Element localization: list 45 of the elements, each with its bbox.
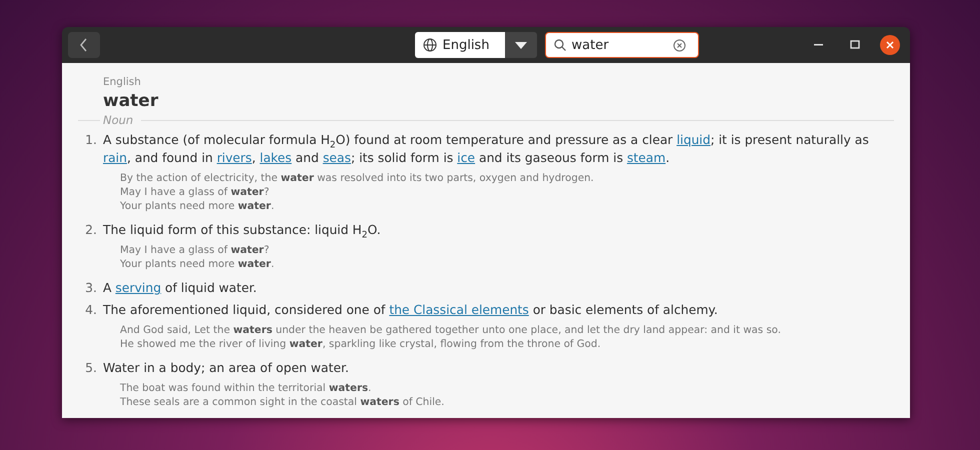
language-selector[interactable]: English — [414, 32, 504, 58]
definition-number: 3. — [84, 279, 98, 297]
definition-number: 2. — [84, 221, 98, 239]
language-label: English — [103, 76, 142, 88]
word-link[interactable]: ice — [457, 150, 476, 165]
word-link[interactable]: rain — [103, 150, 127, 165]
clear-icon[interactable] — [672, 38, 686, 52]
chevron-left-icon — [80, 38, 88, 52]
example-sentence: And God said, Let the waters under the heaven be gathered together unto one place, and let the dry land appear: and it was so. — [120, 324, 782, 338]
definition-number: 5. — [84, 359, 98, 377]
minimize-icon — [814, 44, 824, 46]
search-input[interactable]: water — [572, 38, 666, 52]
definition-number: 1. — [84, 131, 98, 149]
example-sentence: These seals are a common sight in the coastal waters of Chile. — [120, 396, 446, 410]
word-link[interactable]: rivers — [216, 150, 252, 165]
word-link[interactable]: lakes — [260, 150, 292, 165]
example-sentence: By the action of electricity, the water was resolved into its two parts, oxygen and hydrogen. — [120, 172, 595, 186]
maximize-icon — [850, 40, 860, 50]
back-button[interactable] — [68, 32, 100, 58]
word-link[interactable]: serving — [115, 280, 162, 295]
definition-text: The aforementioned liquid, considered one of the Classical elements or basic elements of alchemy. — [103, 301, 719, 319]
part-of-speech: Noun — [103, 113, 134, 127]
example-sentence: May I have a glass of water? — [120, 186, 270, 200]
definition-text: A serving of liquid water. — [103, 279, 258, 297]
definition-number: 4. — [84, 301, 98, 319]
search-icon — [554, 39, 566, 51]
example-sentence: Your plants need more water. — [120, 258, 276, 272]
close-icon — [885, 40, 895, 50]
triangle-down-icon — [514, 42, 526, 48]
definition-text: The liquid form of this substance: liquid H$_{2}$O. — [103, 221, 382, 239]
headword: water — [103, 91, 160, 111]
definition-text: A substance (of molecular formula H$_{2}$O) found at room temperature and pressure as a clear liquid; it is present naturally as rain, and found in rivers, lakes and seas; its solid form is ice and its gaseous form is steam. — [103, 131, 870, 167]
example-sentence: Your plants need more water. — [120, 200, 276, 214]
word-link[interactable]: seas — [322, 150, 351, 165]
globe-icon — [422, 38, 436, 52]
word-link[interactable]: liquid — [676, 132, 710, 147]
word-link[interactable]: the Classical elements — [389, 302, 529, 317]
example-sentence: The boat was found within the territorial waters. — [120, 382, 372, 396]
example-sentence: He showed me the river of living water, sparkling like crystal, flowing from the throne of God. — [120, 338, 602, 352]
dropdown-button[interactable] — [504, 32, 536, 58]
close-button[interactable] — [880, 35, 900, 55]
definition-text: Water in a body; an area of open water. — [103, 359, 350, 377]
search-field[interactable]: water — [544, 32, 698, 58]
example-sentence: May I have a glass of water? — [120, 244, 270, 258]
word-link[interactable]: steam — [626, 150, 666, 165]
